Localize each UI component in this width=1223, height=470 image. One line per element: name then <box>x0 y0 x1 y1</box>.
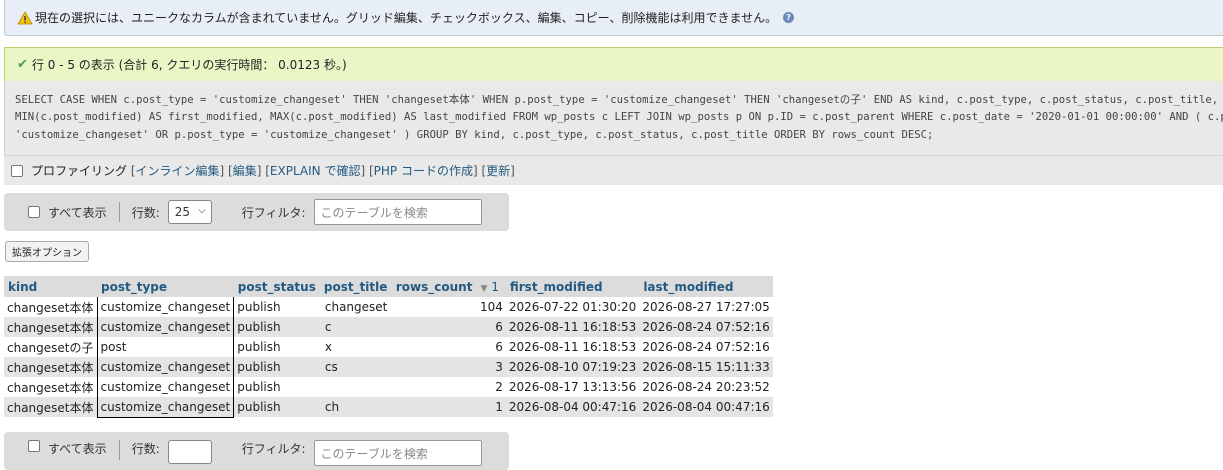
profiling-checkbox[interactable] <box>11 164 23 177</box>
cell-rows-count[interactable]: 3 <box>391 357 506 377</box>
column-header-kind[interactable]: kind <box>4 276 98 297</box>
row-filter-input-bottom[interactable]: このテーブルを検索 <box>313 440 482 466</box>
notice-text: 現在の選択には、ユニークなカラムが含まれていません。グリッド編集、チェックボック… <box>35 11 778 25</box>
cell-kind[interactable]: changeset本体 <box>4 357 98 377</box>
cell-post-type[interactable]: customize_changeset <box>96 397 235 418</box>
refresh-link[interactable]: 更新 <box>486 162 510 179</box>
help-icon[interactable]: ? <box>783 12 795 23</box>
divider <box>118 440 120 460</box>
profiling-bar: プロファイリング [インライン編集] [編集] [EXPLAIN で確認] [P… <box>4 155 1223 185</box>
cell-first-modified[interactable]: 2026-07-22 01:30:20 <box>505 297 640 317</box>
sort-index: 1 <box>491 279 499 294</box>
inline-edit-link[interactable]: インライン編集 <box>136 162 220 179</box>
cell-last-modified[interactable]: 2026-08-15 15:11:33 <box>639 357 773 377</box>
cell-post-type[interactable]: customize_changeset <box>96 317 235 337</box>
table-row: changeset本体 customize_changeset publish … <box>4 297 773 317</box>
cell-post-title[interactable]: changeset <box>319 297 392 317</box>
sql-line-1: SELECT CASE WHEN c.post_type = 'customiz… <box>15 94 1223 106</box>
cell-post-status[interactable]: publish <box>233 297 320 317</box>
cell-post-status[interactable]: publish <box>233 397 320 417</box>
row-filter-input[interactable]: このテーブルを検索 <box>313 199 482 225</box>
sql-line-3: 'customize_changeset' OR p.post_type = '… <box>15 128 934 141</box>
column-header-post-type[interactable]: post_type <box>97 276 234 297</box>
success-message: ✔ 行 0 - 5 の表示 (合計 6, クエリの実行時間： 0.0123 秒。… <box>4 47 1223 81</box>
cell-rows-count[interactable]: 2 <box>391 377 506 397</box>
cell-rows-count[interactable]: 104 <box>391 297 506 317</box>
filter-label: 行フィルタ: <box>241 205 306 220</box>
row-filter-placeholder-bottom: このテーブルを検索 <box>320 446 428 461</box>
show-all-checkbox-bottom[interactable] <box>28 440 40 452</box>
show-all-label: すべて表示 <box>48 205 107 220</box>
rows-label: 行数: <box>131 205 160 220</box>
rows-select-value: 25 <box>174 205 191 219</box>
column-header-rows-count[interactable]: rows_count ▼ 1 <box>391 276 506 297</box>
cell-kind[interactable]: changeset本体 <box>4 297 98 317</box>
success-text: 行 0 - 5 の表示 (合計 6, クエリの実行時間： 0.0123 秒。) <box>31 58 347 72</box>
sql-line-2: MIN(c.post_modified) AS first_modified, … <box>15 111 1223 124</box>
table-row: changeset本体 customize_changeset publish … <box>4 397 773 418</box>
cell-post-title[interactable] <box>319 377 392 397</box>
column-header-first-modified[interactable]: first_modified <box>505 276 640 297</box>
chevron-down-icon: ⌵ <box>198 205 206 216</box>
cell-post-title[interactable]: c <box>319 317 392 337</box>
cell-kind[interactable]: changeset本体 <box>4 377 98 397</box>
table-row: changeset本体 customize_changeset publish … <box>4 377 773 397</box>
cell-post-title[interactable]: cs <box>319 357 392 377</box>
cell-post-title[interactable]: x <box>319 337 392 357</box>
divider <box>118 202 120 222</box>
show-all-checkbox[interactable] <box>28 206 40 218</box>
edit-link[interactable]: 編集 <box>233 162 257 179</box>
table-header-row: kind post_type post_status post_title ro… <box>4 276 773 297</box>
extended-options-button[interactable]: 拡張オプション <box>5 241 89 262</box>
navigation-bar: すべて表示 行数: 25 ⌵ 行フィルタ: このテーブルを検索 <box>4 193 509 231</box>
notice-message: 現在の選択には、ユニークなカラムが含まれていません。グリッド編集、チェックボック… <box>4 0 1223 36</box>
cell-rows-count[interactable]: 6 <box>391 337 506 357</box>
table-row: changeset本体 customize_changeset publish … <box>4 317 773 337</box>
cell-last-modified[interactable]: 2026-08-27 17:27:05 <box>639 297 773 317</box>
explain-link[interactable]: EXPLAIN で確認 <box>270 162 361 179</box>
cell-first-modified[interactable]: 2026-08-04 00:47:16 <box>505 397 640 417</box>
column-header-post-status[interactable]: post_status <box>233 276 320 297</box>
cell-first-modified[interactable]: 2026-08-17 13:13:56 <box>505 377 640 397</box>
rows-select-bottom[interactable] <box>167 440 212 464</box>
cell-post-status[interactable]: publish <box>233 337 320 357</box>
cell-rows-count[interactable]: 1 <box>391 397 506 417</box>
cell-last-modified[interactable]: 2026-08-24 07:52:16 <box>639 317 773 337</box>
show-all-label-bottom: すべて表示 <box>48 442 107 456</box>
rows-select[interactable]: 25 ⌵ <box>167 200 212 224</box>
cell-post-status[interactable]: publish <box>233 377 320 397</box>
cell-post-title[interactable]: ch <box>319 397 392 417</box>
cell-post-type[interactable]: customize_changeset <box>96 357 235 377</box>
cell-last-modified[interactable]: 2026-08-24 07:52:16 <box>639 337 773 357</box>
cell-post-status[interactable]: publish <box>233 317 320 337</box>
cell-kind[interactable]: changeset本体 <box>4 317 98 337</box>
sql-query: SELECT CASE WHEN c.post_type = 'customiz… <box>4 81 1223 155</box>
check-icon: ✔ <box>17 57 28 72</box>
cell-last-modified[interactable]: 2026-08-24 20:23:52 <box>639 377 773 397</box>
cell-post-status[interactable]: publish <box>233 357 320 377</box>
profiling-label: プロファイリング <box>31 164 128 178</box>
table-row: changesetの子 post publish x 6 2026-08-11 … <box>4 337 773 357</box>
cell-first-modified[interactable]: 2026-08-10 07:19:23 <box>505 357 640 377</box>
filter-label-bottom: 行フィルタ: <box>241 442 306 456</box>
cell-post-type[interactable]: customize_changeset <box>96 377 235 397</box>
warning-icon <box>17 10 33 24</box>
column-header-last-modified[interactable]: last_modified <box>639 276 773 297</box>
cell-post-type[interactable]: customize_changeset <box>96 297 235 317</box>
row-filter-placeholder: このテーブルを検索 <box>320 205 428 220</box>
results-table: kind post_type post_status post_title ro… <box>4 276 773 418</box>
cell-post-type[interactable]: post <box>96 337 235 357</box>
cell-kind[interactable]: changesetの子 <box>4 337 98 357</box>
php-code-link[interactable]: PHP コードの作成 <box>374 162 473 179</box>
rows-label-bottom: 行数: <box>131 442 160 456</box>
sort-desc-icon: ▼ <box>480 283 488 294</box>
cell-last-modified[interactable]: 2026-08-04 00:47:16 <box>639 397 773 417</box>
cell-rows-count[interactable]: 6 <box>391 317 506 337</box>
navigation-bar-bottom: すべて表示 行数: 行フィルタ: このテーブルを検索 <box>4 432 509 470</box>
cell-first-modified[interactable]: 2026-08-11 16:18:53 <box>505 337 640 357</box>
table-row: changeset本体 customize_changeset publish … <box>4 357 773 377</box>
column-header-post-title[interactable]: post_title <box>319 276 392 297</box>
cell-kind[interactable]: changeset本体 <box>4 397 98 417</box>
cell-first-modified[interactable]: 2026-08-11 16:18:53 <box>505 317 640 337</box>
